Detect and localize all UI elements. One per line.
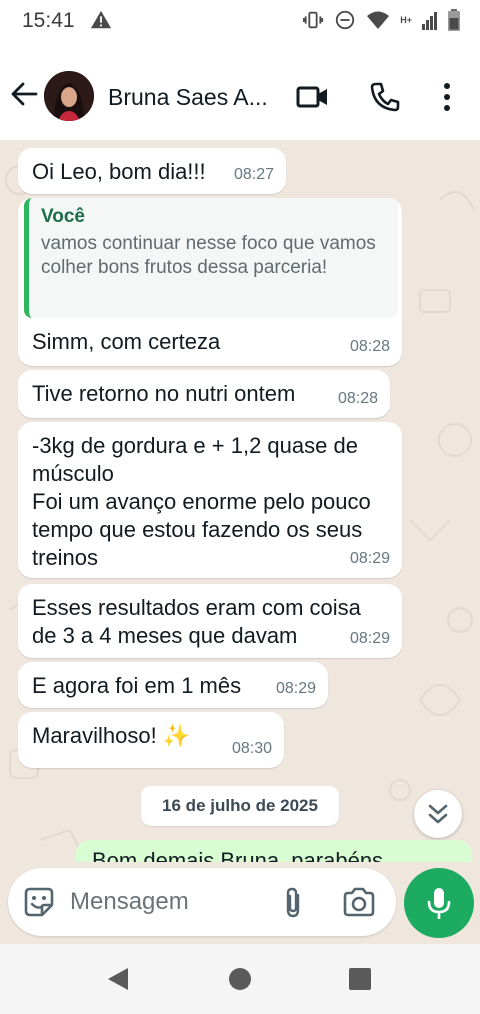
status-time: 15:41 xyxy=(22,9,75,32)
message-text: -3kg de gordura e + 1,2 quase de músculo… xyxy=(32,433,371,570)
signal-icon xyxy=(422,12,437,30)
wifi-icon xyxy=(367,11,390,29)
message-time: 08:30 xyxy=(231,740,272,757)
message-bubble[interactable]: E agora foi em 1 mês 08:29 xyxy=(18,662,328,708)
warning-icon xyxy=(90,10,112,29)
message-bubble[interactable]: Tive retorno no nutri ontem 08:28 xyxy=(18,370,390,418)
chevron-double-down-icon xyxy=(428,804,448,824)
message-text: Tive retorno no nutri ontem xyxy=(32,381,296,406)
message-input-box[interactable]: Mensagem xyxy=(8,868,396,936)
do-not-disturb-icon xyxy=(336,10,355,30)
battery-icon xyxy=(448,9,460,31)
status-bar: 15:41 H+ xyxy=(0,0,480,42)
message-bubble[interactable]: Oi Leo, bom dia!!! 08:27 xyxy=(18,148,286,194)
system-navigation-bar xyxy=(0,944,480,1014)
quote-author: Você xyxy=(41,206,86,227)
emoji-icon[interactable] xyxy=(22,885,56,919)
nav-recents-icon[interactable] xyxy=(346,964,376,994)
quote-text: vamos continuar nesse foco que vamos col… xyxy=(41,233,376,278)
nav-back-icon[interactable] xyxy=(104,964,134,994)
message-time: 08:28 xyxy=(349,338,390,355)
nav-home-icon[interactable] xyxy=(226,964,256,994)
message-time: 08:29 xyxy=(275,680,316,697)
video-call-icon[interactable] xyxy=(296,80,330,114)
message-time: 08:27 xyxy=(233,166,274,183)
camera-icon[interactable] xyxy=(342,886,376,918)
message-time: 08:29 xyxy=(349,630,390,647)
paperclip-icon[interactable] xyxy=(278,886,308,918)
network-type-label: H+ xyxy=(400,15,412,25)
message-text: E agora foi em 1 mês xyxy=(32,673,242,698)
microphone-icon xyxy=(427,888,451,919)
message-time: 08:28 xyxy=(337,390,378,407)
message-composer: Mensagem xyxy=(0,862,480,944)
chat-area[interactable]: Oi Leo, bom dia!!! 08:27 08:28 Você vamo… xyxy=(0,140,480,862)
message-text: Bom demais Bruna, parabéns xyxy=(92,848,384,862)
quoted-message[interactable]: Você vamos continuar nesse foco que vamo… xyxy=(24,198,398,318)
date-separator: 16 de julho de 2025 xyxy=(141,786,339,826)
contact-name[interactable]: Bruna Saes A... xyxy=(108,84,268,111)
message-text: Esses resultados eram com coisa de 3 a 4… xyxy=(32,595,368,648)
scroll-to-bottom-button[interactable] xyxy=(414,790,462,838)
chat-header: Bruna Saes A... xyxy=(0,42,480,140)
message-time: 08:29 xyxy=(349,550,390,567)
status-icons: H+ xyxy=(302,9,460,31)
avatar[interactable] xyxy=(44,71,94,121)
message-text: Simm, com certeza xyxy=(32,329,221,354)
microphone-button[interactable] xyxy=(404,868,474,938)
vibrate-icon xyxy=(303,11,324,29)
more-options-icon[interactable] xyxy=(430,80,464,114)
back-arrow-icon[interactable] xyxy=(8,78,40,110)
message-bubble[interactable]: Esses resultados eram com coisa de 3 a 4… xyxy=(18,584,402,658)
outgoing-message-bubble[interactable]: Bom demais Bruna, parabéns xyxy=(76,840,472,862)
phone-icon[interactable] xyxy=(368,80,402,114)
message-bubble[interactable]: -3kg de gordura e + 1,2 quase de músculo… xyxy=(18,422,402,578)
message-bubble[interactable]: Maravilhoso! ✨ 08:30 xyxy=(18,712,284,768)
message-input[interactable]: Mensagem xyxy=(70,888,189,916)
